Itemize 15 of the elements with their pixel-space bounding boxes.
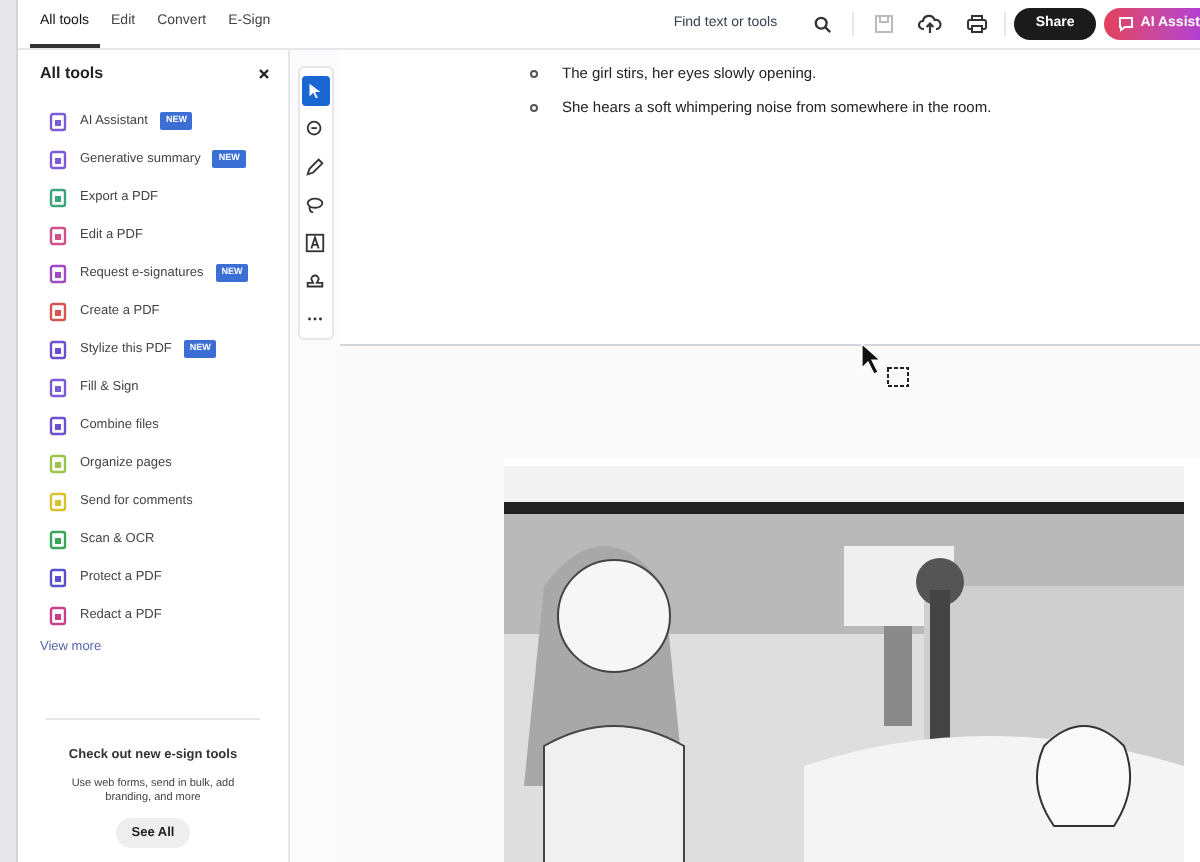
bullet-icon xyxy=(530,103,538,112)
lasso-icon xyxy=(304,194,326,216)
upload-cloud-icon[interactable] xyxy=(917,14,942,34)
search-icon xyxy=(813,15,832,33)
tool-button[interactable] xyxy=(301,228,329,258)
panel-title: All tools xyxy=(38,62,104,86)
text-box-icon xyxy=(304,232,326,254)
chat-icon xyxy=(1118,16,1135,32)
bullet-icon xyxy=(530,69,538,78)
print-icon[interactable] xyxy=(965,14,988,34)
tool-button[interactable] xyxy=(301,76,329,106)
pen-icon xyxy=(304,156,326,178)
stamp-icon xyxy=(304,270,326,292)
select-arrow-icon xyxy=(304,80,326,102)
close-icon[interactable] xyxy=(258,68,270,80)
